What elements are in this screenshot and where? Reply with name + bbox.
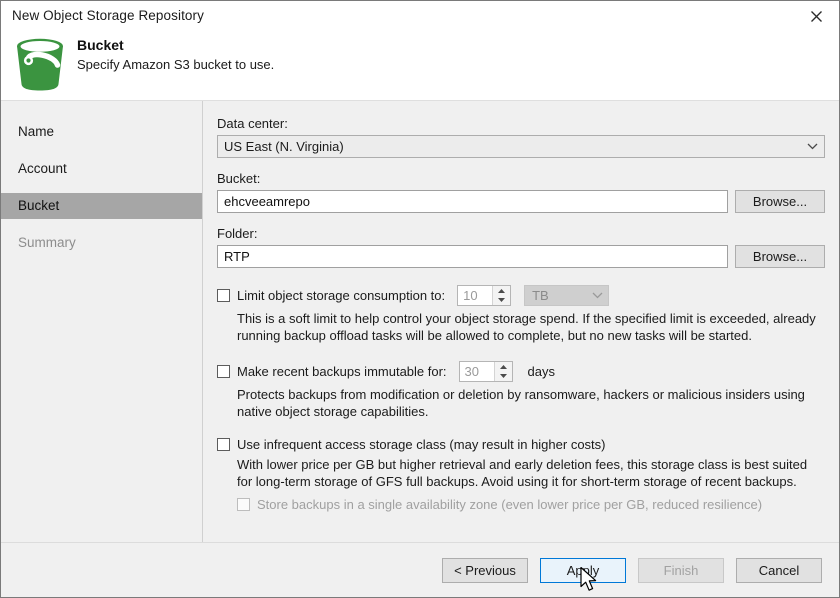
chevron-down-icon bbox=[586, 292, 608, 299]
header-text-group: Bucket Specify Amazon S3 bucket to use. bbox=[69, 31, 274, 72]
immutability-option: Make recent backups immutable for: 30 bbox=[217, 361, 825, 420]
window-title: New Object Storage Repository bbox=[1, 1, 204, 23]
limit-unit-value: TB bbox=[532, 288, 549, 303]
single-az-label: Store backups in a single availability z… bbox=[257, 497, 762, 512]
bucket-label: Bucket: bbox=[217, 171, 825, 186]
infrequent-access-label: Use infrequent access storage class (may… bbox=[237, 437, 606, 452]
title-bar: New Object Storage Repository bbox=[1, 1, 839, 31]
finish-button: Finish bbox=[638, 558, 724, 583]
immutability-checkbox[interactable] bbox=[217, 365, 230, 378]
folder-label: Folder: bbox=[217, 226, 825, 241]
bucket-input-value: ehcveeamrepo bbox=[224, 194, 310, 209]
sidebar-item-summary: Summary bbox=[1, 230, 202, 256]
close-icon[interactable] bbox=[794, 1, 839, 31]
immutability-line: Make recent backups immutable for: 30 bbox=[217, 361, 825, 382]
bucket-settings-panel: Data center: US East (N. Virginia) Bucke… bbox=[203, 101, 839, 542]
folder-input-value: RTP bbox=[224, 249, 250, 264]
single-az-checkbox bbox=[237, 498, 250, 511]
page-subtitle: Specify Amazon S3 bucket to use. bbox=[77, 57, 274, 72]
limit-consumption-line: Limit object storage consumption to: 10 bbox=[217, 285, 825, 306]
immutability-days-stepper[interactable]: 30 bbox=[459, 361, 513, 382]
sidebar-item-name[interactable]: Name bbox=[1, 119, 202, 145]
infrequent-access-option: Use infrequent access storage class (may… bbox=[217, 437, 825, 512]
folder-input[interactable]: RTP bbox=[217, 245, 728, 268]
chevron-down-icon bbox=[800, 143, 824, 150]
dialog-footer: < Previous Apply Finish Cancel bbox=[1, 542, 839, 597]
stepper-up-icon[interactable] bbox=[493, 286, 510, 296]
stepper-down-icon[interactable] bbox=[495, 372, 512, 382]
immutability-days-arrows[interactable] bbox=[494, 362, 512, 381]
infrequent-access-checkbox[interactable] bbox=[217, 438, 230, 451]
wizard-steps-sidebar: Name Account Bucket Summary bbox=[1, 101, 203, 542]
apply-button[interactable]: Apply bbox=[540, 558, 626, 583]
datacenter-select[interactable]: US East (N. Virginia) bbox=[217, 135, 825, 158]
bucket-icon bbox=[11, 31, 69, 94]
single-az-option: Store backups in a single availability z… bbox=[237, 497, 825, 512]
stepper-up-icon[interactable] bbox=[495, 362, 512, 372]
bucket-row: ehcveeamrepo Browse... bbox=[217, 190, 825, 213]
cancel-button[interactable]: Cancel bbox=[736, 558, 822, 583]
limit-consumption-description: This is a soft limit to help control you… bbox=[237, 310, 825, 344]
limit-consumption-checkbox[interactable] bbox=[217, 289, 230, 302]
dialog-header: Bucket Specify Amazon S3 bucket to use. bbox=[1, 31, 839, 101]
previous-button[interactable]: < Previous bbox=[442, 558, 528, 583]
immutability-label: Make recent backups immutable for: bbox=[237, 364, 447, 379]
datacenter-value: US East (N. Virginia) bbox=[224, 139, 344, 154]
immutability-description: Protects backups from modification or de… bbox=[237, 386, 825, 420]
bucket-input[interactable]: ehcveeamrepo bbox=[217, 190, 728, 213]
limit-amount-value: 10 bbox=[458, 286, 492, 305]
dialog-body: Name Account Bucket Summary Data center:… bbox=[1, 101, 839, 542]
limit-consumption-option: Limit object storage consumption to: 10 bbox=[217, 285, 825, 344]
page-title: Bucket bbox=[77, 37, 274, 53]
bucket-browse-button[interactable]: Browse... bbox=[735, 190, 825, 213]
sidebar-item-account[interactable]: Account bbox=[1, 156, 202, 182]
immutability-days-unit: days bbox=[528, 364, 555, 379]
infrequent-access-line: Use infrequent access storage class (may… bbox=[217, 437, 825, 452]
folder-browse-button[interactable]: Browse... bbox=[735, 245, 825, 268]
sidebar-item-bucket[interactable]: Bucket bbox=[1, 193, 202, 219]
limit-unit-select: TB bbox=[524, 285, 609, 306]
folder-row: RTP Browse... bbox=[217, 245, 825, 268]
immutability-days-value: 30 bbox=[460, 362, 494, 381]
stepper-down-icon[interactable] bbox=[493, 296, 510, 306]
datacenter-row: US East (N. Virginia) bbox=[217, 135, 825, 158]
limit-consumption-label: Limit object storage consumption to: bbox=[237, 288, 445, 303]
datacenter-label: Data center: bbox=[217, 116, 825, 131]
limit-amount-arrows[interactable] bbox=[492, 286, 510, 305]
new-object-storage-repository-dialog: New Object Storage Repository Bucket Spe… bbox=[0, 0, 840, 598]
limit-amount-stepper[interactable]: 10 bbox=[457, 285, 511, 306]
infrequent-access-description: With lower price per GB but higher retri… bbox=[237, 456, 825, 490]
